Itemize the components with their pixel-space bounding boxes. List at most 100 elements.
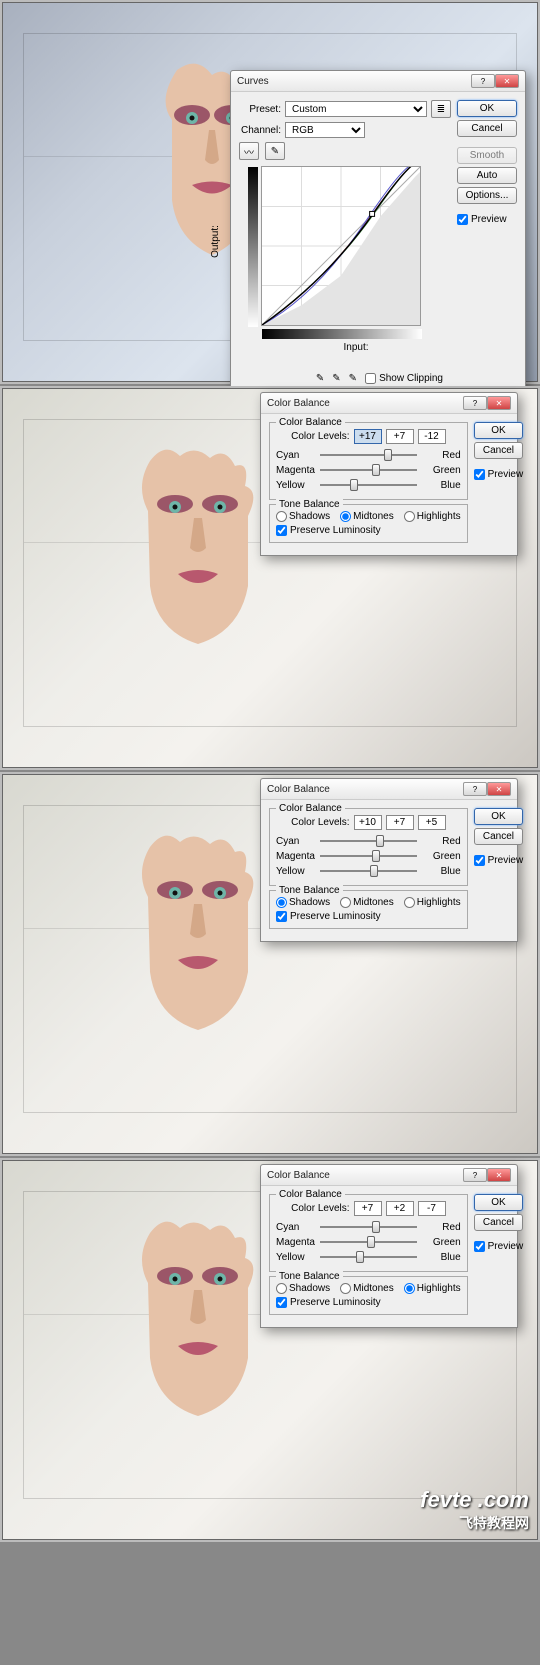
label-red: Red	[417, 450, 461, 461]
preview-checkbox[interactable]	[474, 469, 485, 480]
ok-button[interactable]: OK	[457, 100, 517, 117]
label-red: Red	[417, 836, 461, 847]
label-yellow: Yellow	[276, 866, 320, 877]
group-label: Tone Balance	[276, 885, 343, 896]
gradient-horizontal	[262, 329, 422, 339]
label-green: Green	[417, 1237, 461, 1248]
slider-yellow-blue[interactable]	[320, 478, 417, 492]
label-blue: Blue	[417, 480, 461, 491]
dialog-title: Curves	[237, 76, 269, 87]
slider-yellow-blue[interactable]	[320, 864, 417, 878]
label-magenta: Magenta	[276, 465, 320, 476]
channel-label: Channel:	[239, 125, 281, 136]
ok-button[interactable]: OK	[474, 1194, 524, 1211]
curves-dialog: Curves ? ✕ Preset: Custom ≣ Channel: RGB…	[230, 70, 526, 410]
radio-midtones[interactable]	[340, 1283, 351, 1294]
label-magenta: Magenta	[276, 1237, 320, 1248]
dialog-titlebar[interactable]: Color Balance ?✕	[261, 779, 517, 800]
radio-highlights[interactable]	[404, 1283, 415, 1294]
cancel-button[interactable]: Cancel	[474, 442, 524, 459]
close-button[interactable]: ✕	[487, 1168, 511, 1182]
slider-magenta-green[interactable]	[320, 463, 417, 477]
preserve-luminosity-checkbox[interactable]	[276, 525, 287, 536]
close-button[interactable]: ✕	[487, 782, 511, 796]
preset-select[interactable]: Custom	[285, 101, 427, 117]
color-balance-dialog: Color Balance ?✕ Color Balance Color Lev…	[260, 1164, 518, 1328]
level-input-0[interactable]: +10	[354, 815, 382, 830]
radio-shadows[interactable]	[276, 897, 287, 908]
levels-label: Color Levels:	[291, 817, 349, 828]
eyedropper-black-icon[interactable]: ✎	[316, 373, 324, 384]
preview-checkbox[interactable]	[457, 214, 468, 225]
level-input-0[interactable]: +17	[354, 429, 382, 444]
cancel-button[interactable]: Cancel	[474, 1214, 524, 1231]
preserve-luminosity-checkbox[interactable]	[276, 1297, 287, 1308]
label-yellow: Yellow	[276, 480, 320, 491]
curve-graph[interactable]	[261, 166, 421, 326]
cancel-button[interactable]: Cancel	[457, 120, 517, 137]
auto-button[interactable]: Auto	[457, 167, 517, 184]
dialog-titlebar[interactable]: Color Balance ?✕	[261, 393, 517, 414]
level-input-2[interactable]: -7	[418, 1201, 446, 1216]
eyedropper-white-icon[interactable]: ✎	[349, 373, 357, 384]
label-blue: Blue	[417, 1252, 461, 1263]
slider-cyan-red[interactable]	[320, 1220, 417, 1234]
label-cyan: Cyan	[276, 836, 320, 847]
face-artwork	[120, 1218, 270, 1418]
help-button[interactable]: ?	[463, 782, 487, 796]
radio-highlights[interactable]	[404, 897, 415, 908]
group-label: Tone Balance	[276, 1271, 343, 1282]
level-input-2[interactable]: -12	[418, 429, 446, 444]
help-button[interactable]: ?	[463, 396, 487, 410]
label-cyan: Cyan	[276, 450, 320, 461]
help-button[interactable]: ?	[463, 1168, 487, 1182]
preset-menu-icon[interactable]: ≣	[431, 100, 451, 118]
label-blue: Blue	[417, 866, 461, 877]
ok-button[interactable]: OK	[474, 422, 524, 439]
help-button[interactable]: ?	[471, 74, 495, 88]
radio-midtones[interactable]	[340, 897, 351, 908]
show-clipping-checkbox[interactable]	[365, 373, 376, 384]
slider-magenta-green[interactable]	[320, 1235, 417, 1249]
group-label: Tone Balance	[276, 499, 343, 510]
preview-checkbox[interactable]	[474, 1241, 485, 1252]
pencil-tool-icon[interactable]: ✎	[265, 142, 285, 160]
close-button[interactable]: ✕	[487, 396, 511, 410]
preserve-luminosity-checkbox[interactable]	[276, 911, 287, 922]
color-balance-dialog: Color Balance ?✕ Color Balance Color Lev…	[260, 778, 518, 942]
slider-magenta-green[interactable]	[320, 849, 417, 863]
dialog-title: Color Balance	[267, 1170, 330, 1181]
face-artwork	[120, 446, 270, 646]
level-input-1[interactable]: +7	[386, 429, 414, 444]
preset-label: Preset:	[239, 104, 281, 115]
curve-tool-icon[interactable]: 〰	[239, 142, 259, 160]
radio-highlights[interactable]	[404, 511, 415, 522]
eyedropper-gray-icon[interactable]: ✎	[332, 373, 340, 384]
level-input-0[interactable]: +7	[354, 1201, 382, 1216]
smooth-button[interactable]: Smooth	[457, 147, 517, 164]
radio-shadows[interactable]	[276, 511, 287, 522]
slider-cyan-red[interactable]	[320, 834, 417, 848]
level-input-1[interactable]: +7	[386, 815, 414, 830]
level-input-2[interactable]: +5	[418, 815, 446, 830]
dialog-titlebar[interactable]: Color Balance ?✕	[261, 1165, 517, 1186]
cancel-button[interactable]: Cancel	[474, 828, 524, 845]
dialog-titlebar[interactable]: Curves ? ✕	[231, 71, 525, 92]
slider-cyan-red[interactable]	[320, 448, 417, 462]
ok-button[interactable]: OK	[474, 808, 524, 825]
channel-select[interactable]: RGB	[285, 122, 365, 138]
radio-shadows[interactable]	[276, 1283, 287, 1294]
dialog-title: Color Balance	[267, 398, 330, 409]
watermark: fevte .com飞特教程网	[420, 1487, 529, 1533]
input-label: Input:	[261, 342, 451, 353]
label-red: Red	[417, 1222, 461, 1233]
options-button[interactable]: Options...	[457, 187, 517, 204]
level-input-1[interactable]: +2	[386, 1201, 414, 1216]
dialog-title: Color Balance	[267, 784, 330, 795]
label-green: Green	[417, 851, 461, 862]
levels-label: Color Levels:	[291, 431, 349, 442]
slider-yellow-blue[interactable]	[320, 1250, 417, 1264]
preview-checkbox[interactable]	[474, 855, 485, 866]
close-button[interactable]: ✕	[495, 74, 519, 88]
radio-midtones[interactable]	[340, 511, 351, 522]
